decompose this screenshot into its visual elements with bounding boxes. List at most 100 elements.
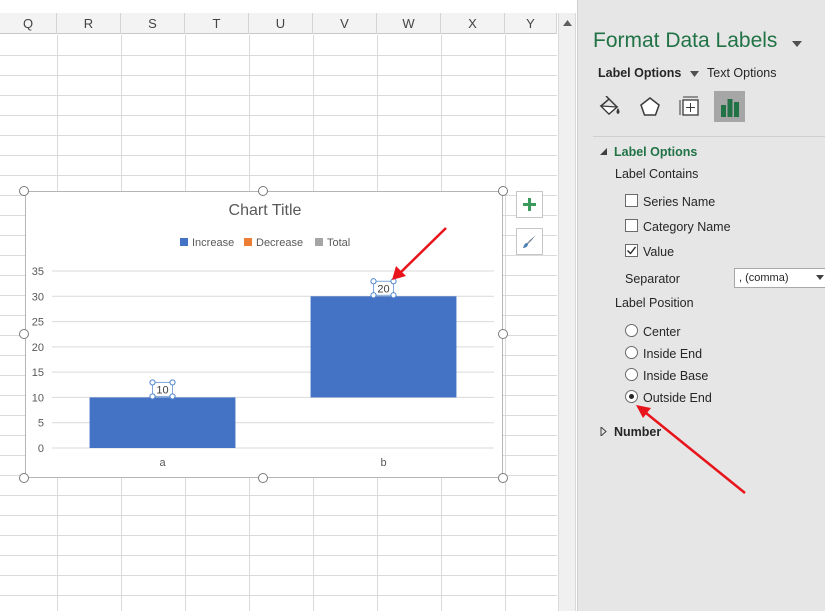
- number-section-header[interactable]: Number: [600, 425, 661, 439]
- grid-line: [505, 35, 506, 611]
- grid-line: [0, 515, 557, 516]
- pane-options-dropdown[interactable]: [792, 36, 802, 50]
- center-radio[interactable]: [625, 324, 638, 337]
- chart-resize-handle[interactable]: [498, 473, 508, 483]
- data-label-handle[interactable]: [169, 379, 176, 386]
- chart-svg[interactable]: Chart Title Increase Decrease Total 0 5 10 15 20…: [26, 192, 504, 479]
- paint-bucket-icon: [598, 95, 619, 115]
- y-tick-label[interactable]: 20: [32, 342, 44, 354]
- x-tick-label[interactable]: a: [159, 457, 166, 469]
- outside-end-radio[interactable]: [625, 390, 638, 403]
- chart-resize-handle[interactable]: [19, 186, 29, 196]
- center-label[interactable]: Center: [643, 325, 681, 339]
- data-label-handle[interactable]: [370, 292, 377, 299]
- grid-line: [0, 95, 557, 96]
- grid-line: [0, 135, 557, 136]
- pane-title: Format Data Labels: [593, 29, 778, 52]
- size-properties-icon: [679, 96, 699, 116]
- chart-resize-handle[interactable]: [19, 473, 29, 483]
- column-header-r[interactable]: R: [57, 13, 121, 34]
- radio-selected-dot: [629, 394, 634, 399]
- worksheet[interactable]: Q R S T U V W X Y Chart Title Increase Dec…: [0, 0, 557, 611]
- column-header-s[interactable]: S: [121, 13, 185, 34]
- column-header-y[interactable]: Y: [505, 13, 557, 34]
- data-label-handle[interactable]: [390, 292, 397, 299]
- chart-elements-button[interactable]: [516, 191, 543, 218]
- grid-line: [0, 595, 557, 596]
- expand-triangle-icon: [600, 425, 607, 438]
- chevron-down-icon: [816, 275, 824, 280]
- chart-styles-button[interactable]: [516, 228, 543, 255]
- section-title: Label Options: [614, 145, 698, 159]
- inside-end-radio[interactable]: [625, 346, 638, 359]
- column-header-w[interactable]: W: [377, 13, 441, 34]
- column-header-q[interactable]: Q: [0, 13, 57, 34]
- effects-tab[interactable]: [634, 91, 665, 122]
- y-tick-label[interactable]: 10: [32, 392, 44, 404]
- y-tick-label[interactable]: 15: [32, 367, 44, 379]
- value-checkbox[interactable]: [625, 244, 638, 257]
- column-header-x[interactable]: X: [441, 13, 505, 34]
- data-label-handle[interactable]: [390, 278, 397, 285]
- y-tick-label[interactable]: 0: [38, 443, 44, 455]
- divider: [593, 136, 825, 137]
- chart-resize-handle[interactable]: [258, 186, 268, 196]
- tab-text-options[interactable]: Text Options: [707, 66, 776, 80]
- data-label-handle[interactable]: [370, 278, 377, 285]
- y-tick-label[interactable]: 30: [32, 291, 44, 303]
- fill-line-tab[interactable]: [594, 91, 625, 122]
- size-properties-tab[interactable]: [674, 91, 705, 122]
- data-label-handle[interactable]: [149, 393, 156, 400]
- category-name-label[interactable]: Category Name: [643, 220, 731, 234]
- separator-label: Separator: [625, 272, 680, 286]
- chevron-down-icon: [792, 41, 802, 47]
- chevron-down-icon: [689, 71, 699, 77]
- scroll-up-button[interactable]: [559, 13, 575, 33]
- data-label-handle[interactable]: [169, 393, 176, 400]
- legend-entry[interactable]: Decrease: [256, 237, 303, 249]
- label-options-section-header[interactable]: Label Options: [600, 145, 697, 159]
- chart-resize-handle[interactable]: [498, 329, 508, 339]
- format-data-labels-pane: Format Data Labels Label Options Text Op…: [577, 0, 825, 611]
- series-name-label[interactable]: Series Name: [643, 195, 715, 209]
- inside-end-label[interactable]: Inside End: [643, 347, 702, 361]
- legend-swatch[interactable]: [180, 238, 188, 246]
- inside-base-radio[interactable]: [625, 368, 638, 381]
- category-name-checkbox[interactable]: [625, 219, 638, 232]
- data-label[interactable]: 20: [377, 283, 389, 295]
- checkmark-icon: [627, 246, 637, 255]
- chart-area[interactable]: Chart Title Increase Decrease Total 0 5 10 15 20…: [25, 191, 503, 478]
- label-position-heading: Label Position: [615, 296, 694, 310]
- value-label[interactable]: Value: [643, 245, 674, 259]
- vertical-scrollbar[interactable]: [558, 13, 576, 611]
- bar-b[interactable]: [310, 296, 457, 398]
- section-title: Number: [614, 425, 662, 439]
- data-label-handle[interactable]: [149, 379, 156, 386]
- chart-resize-handle[interactable]: [258, 473, 268, 483]
- x-tick-label[interactable]: b: [380, 457, 386, 469]
- y-tick-label[interactable]: 25: [32, 317, 44, 329]
- chart-resize-handle[interactable]: [498, 186, 508, 196]
- grid-line: [0, 495, 557, 496]
- legend-entry[interactable]: Increase: [192, 237, 234, 249]
- y-tick-label[interactable]: 5: [38, 418, 44, 430]
- y-tick-label[interactable]: 35: [32, 266, 44, 278]
- pentagon-icon: [639, 96, 660, 116]
- bar-a[interactable]: [89, 397, 236, 448]
- series-name-checkbox[interactable]: [625, 194, 638, 207]
- column-header-v[interactable]: V: [313, 13, 377, 34]
- outside-end-label[interactable]: Outside End: [643, 391, 712, 405]
- inside-base-label[interactable]: Inside Base: [643, 369, 708, 383]
- chart-title[interactable]: Chart Title: [229, 202, 302, 219]
- legend-swatch[interactable]: [244, 238, 252, 246]
- legend-entry[interactable]: Total: [327, 237, 350, 249]
- column-header-u[interactable]: U: [249, 13, 313, 34]
- separator-value: , (comma): [739, 272, 789, 284]
- column-header-t[interactable]: T: [185, 13, 249, 34]
- separator-dropdown[interactable]: , (comma): [734, 268, 825, 288]
- data-label[interactable]: 10: [156, 384, 168, 396]
- chart-resize-handle[interactable]: [19, 329, 29, 339]
- label-options-tab[interactable]: [714, 91, 745, 122]
- tab-label-options[interactable]: Label Options: [598, 66, 699, 80]
- legend-swatch[interactable]: [315, 238, 323, 246]
